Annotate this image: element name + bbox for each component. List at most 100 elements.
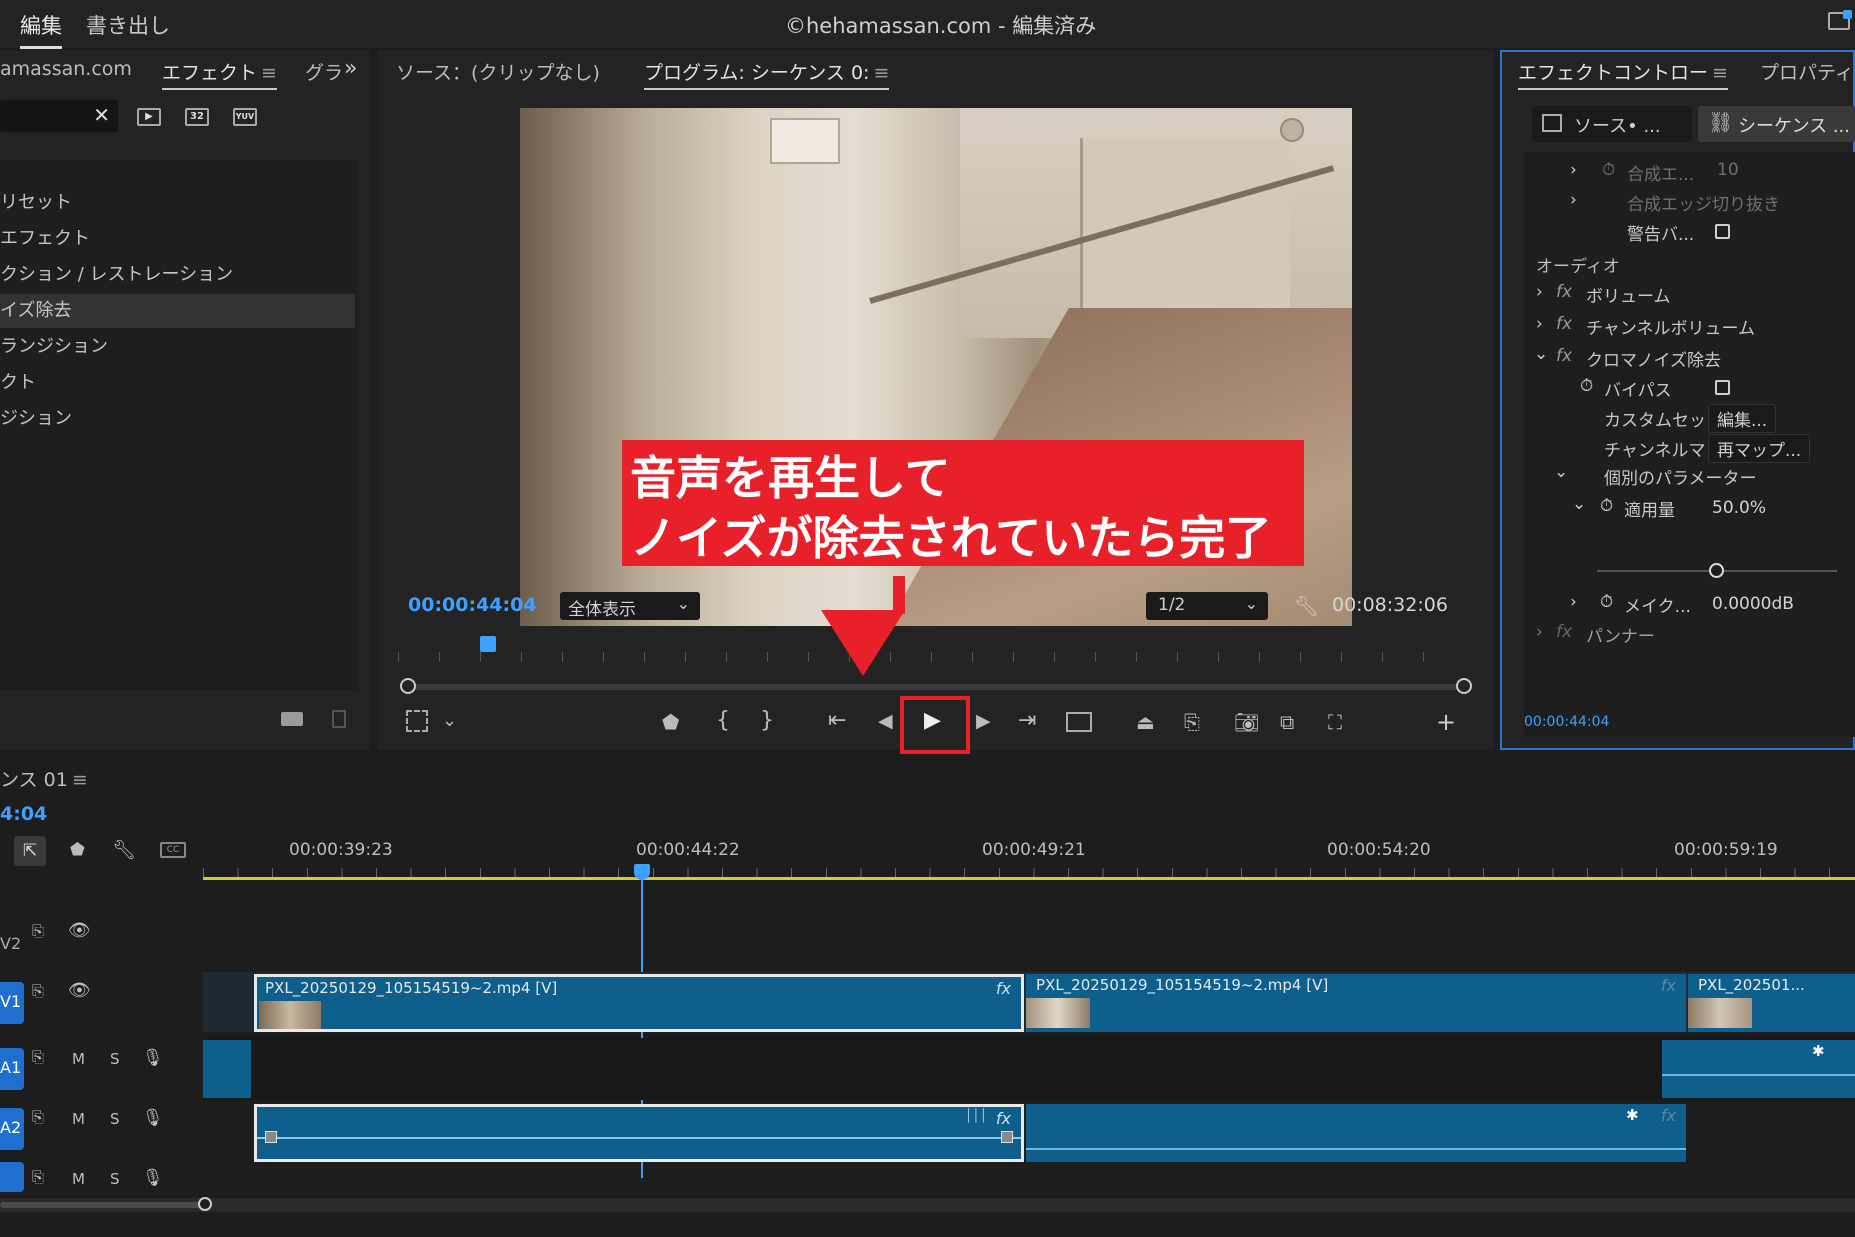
sync-lock-icon[interactable]: ⎘ <box>32 922 44 940</box>
accelerated-effects-icon[interactable]: ▶ <box>137 108 161 126</box>
fx-badge[interactable]: fx <box>996 979 1011 998</box>
add-marker-icon[interactable]: ⬟ <box>662 710 679 734</box>
audio-clip[interactable] <box>203 1040 251 1098</box>
safe-margins-icon[interactable] <box>406 710 428 732</box>
sync-lock-icon[interactable]: ⎘ <box>32 1168 44 1186</box>
monitor-playhead[interactable] <box>480 636 496 652</box>
monitor-current-time[interactable]: 00:00:44:04 <box>408 594 537 616</box>
tab-sequence[interactable]: ンス 01 ≡ <box>0 765 88 792</box>
fx-icon[interactable]: fx <box>1556 282 1572 302</box>
tree-item-video-effects[interactable]: クト <box>0 366 355 400</box>
eye-icon[interactable]: 👁︎ <box>68 920 91 941</box>
amount-value[interactable]: 50.0% <box>1712 498 1766 518</box>
source-clip-button[interactable]: ソース• ... <box>1532 106 1692 142</box>
microphone-icon[interactable]: 🎙︎ <box>142 1168 164 1188</box>
go-to-out-icon[interactable]: ⇥ <box>1018 708 1036 733</box>
chevron-right-icon[interactable]: › <box>1570 160 1577 180</box>
mute-button[interactable]: M <box>72 1170 85 1188</box>
step-back-icon[interactable]: ◀︎ <box>878 710 893 732</box>
video-clip[interactable]: PXL_20250129_105154519~2.mp4 [V] fx <box>1026 974 1686 1032</box>
stopwatch-icon[interactable]: ⏱︎ <box>1602 160 1615 180</box>
effects-search-input[interactable]: ✕ <box>0 100 118 132</box>
chevron-right-icon[interactable]: › <box>1536 314 1543 334</box>
audio-clip-selected[interactable]: fx ⏐⏐⏐ <box>254 1104 1024 1162</box>
wrench-icon[interactable]: 🔧︎ <box>1294 594 1319 618</box>
timeline-timecode[interactable]: 4:04 <box>0 803 47 825</box>
tree-item-transitions[interactable]: ランジション <box>0 330 355 364</box>
fx-icon[interactable]: fx <box>1556 314 1572 334</box>
trash-icon[interactable] <box>332 710 346 728</box>
sequence-clip-button[interactable]: ⛓︎ シーケンス ... <box>1698 106 1855 142</box>
panel-overflow-icon[interactable]: » <box>344 56 357 81</box>
track-label-a2[interactable]: A2 <box>0 1108 24 1150</box>
stopwatch-icon[interactable]: ⏱︎ <box>1580 376 1593 396</box>
tree-item-noise-reduction[interactable]: イズ除去 <box>0 294 355 328</box>
tab-effect-controls[interactable]: エフェクトコントロー ≡ <box>1518 58 1728 90</box>
transition-handle[interactable] <box>265 1131 277 1143</box>
quality-dropdown[interactable]: 1/2 ⌄ <box>1146 592 1268 620</box>
audio-clip[interactable]: ✱ <box>1662 1040 1855 1098</box>
captions-icon[interactable]: CC <box>160 842 186 858</box>
loop-icon[interactable] <box>1066 712 1092 732</box>
fx-badge[interactable]: fx <box>996 1109 1011 1128</box>
scroll-handle-right[interactable] <box>1456 678 1472 694</box>
wrench-icon[interactable]: 🔧︎ <box>112 838 136 861</box>
tree-item-restoration[interactable]: クション / レストレーション <box>0 258 355 292</box>
warning-checkbox[interactable] <box>1715 224 1730 239</box>
go-to-in-icon[interactable]: ⇤ <box>828 708 846 733</box>
solo-button[interactable]: S <box>110 1110 120 1128</box>
composite-value[interactable]: 10 <box>1717 160 1739 180</box>
chevron-right-icon[interactable]: › <box>1570 190 1577 210</box>
edit-button[interactable]: 編集... <box>1708 404 1777 433</box>
workspace-icon[interactable] <box>1828 10 1852 30</box>
bypass-checkbox[interactable] <box>1715 380 1730 395</box>
eye-icon[interactable]: 👁︎ <box>68 980 91 1001</box>
fx-icon[interactable]: fx <box>1556 346 1572 366</box>
stopwatch-icon[interactable]: ⏱︎ <box>1600 592 1613 612</box>
chevron-down-icon[interactable]: ⌄ <box>1554 462 1568 482</box>
new-folder-icon[interactable] <box>281 712 303 726</box>
track-target-a3[interactable] <box>0 1162 24 1192</box>
scroll-handle[interactable] <box>198 1197 212 1211</box>
sync-lock-icon[interactable]: ⎘ <box>32 1108 44 1126</box>
remap-button[interactable]: 再マップ... <box>1708 434 1811 463</box>
add-marker-icon[interactable]: ⬟ <box>70 840 85 860</box>
fx-icon[interactable]: fx <box>1556 622 1572 642</box>
yuv-effects-icon[interactable]: YUV <box>233 108 257 126</box>
32bit-effects-icon[interactable]: 32 <box>185 108 209 126</box>
video-clip[interactable]: PXL_202501... <box>1688 974 1855 1032</box>
tab-export[interactable]: 書き出し <box>86 10 170 40</box>
mute-button[interactable]: M <box>72 1110 85 1128</box>
ec-timecode[interactable]: 00:00:44:04 <box>1524 714 1609 730</box>
fx-badge[interactable]: fx <box>1661 976 1676 995</box>
tab-effects[interactable]: エフェクト ≡ <box>162 58 277 90</box>
lift-icon[interactable]: ⏏︎ <box>1136 710 1155 734</box>
video-clip[interactable]: PXL_20250129_105154519~2.mp4 [V] fx <box>254 974 1024 1032</box>
tab-graphics[interactable]: グラ <box>305 58 343 85</box>
time-ruler[interactable]: 00:00:39:23 00:00:44:22 00:00:49:21 00:0… <box>203 832 1855 880</box>
track-label-a1[interactable]: A1 <box>0 1048 24 1090</box>
proxy-toggle-icon[interactable]: ⛶ <box>1328 710 1342 734</box>
mark-in-icon[interactable]: { <box>716 708 730 733</box>
makeup-value[interactable]: 0.0000dB <box>1712 594 1794 614</box>
export-frame-icon[interactable]: 📷︎ <box>1234 710 1259 734</box>
tab-edit[interactable]: 編集 <box>20 10 62 49</box>
solo-button[interactable]: S <box>110 1170 120 1188</box>
fx-badge[interactable]: fx <box>1661 1106 1676 1125</box>
timeline-scrollbar[interactable] <box>0 1198 1855 1212</box>
extract-icon[interactable]: ⎘ <box>1184 710 1200 734</box>
zoom-scroll-bar[interactable] <box>408 684 1464 690</box>
tab-source[interactable]: ソース：(クリップなし) <box>396 58 600 85</box>
tree-item-effects[interactable]: エフェクト <box>0 222 355 256</box>
sync-lock-icon[interactable]: ⎘ <box>32 1048 44 1066</box>
tab-project[interactable]: amassan.com <box>0 58 132 80</box>
button-editor-icon[interactable]: + <box>1436 708 1456 736</box>
track-label-v2[interactable]: V2 <box>0 934 21 953</box>
tree-item-presets[interactable]: リセット <box>0 186 355 220</box>
transition-handle[interactable] <box>1001 1131 1013 1143</box>
chevron-right-icon[interactable]: › <box>1536 622 1543 642</box>
stopwatch-icon[interactable]: ⏱︎ <box>1600 496 1613 516</box>
audio-clip[interactable]: ✱ fx <box>1026 1104 1686 1162</box>
tab-program[interactable]: プログラム: シーケンス 0: ≡ <box>644 58 890 90</box>
clear-search-icon[interactable]: ✕ <box>93 103 110 127</box>
